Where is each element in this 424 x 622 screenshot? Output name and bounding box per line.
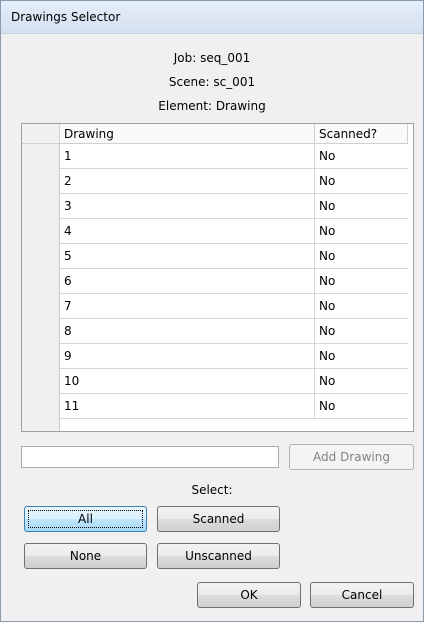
table-row[interactable]: 7 No bbox=[60, 294, 408, 319]
drawing-cell[interactable]: 5 bbox=[60, 244, 315, 268]
job-label: Job: seq_001 bbox=[173, 51, 251, 65]
table-row[interactable]: 10 No bbox=[60, 369, 408, 394]
select-scanned-button[interactable]: Scanned bbox=[157, 506, 280, 532]
row-header-strip bbox=[22, 144, 60, 431]
table-row[interactable]: 1 No bbox=[60, 144, 408, 169]
table-row[interactable]: 6 No bbox=[60, 269, 408, 294]
element-label: Element: Drawing bbox=[158, 99, 266, 113]
scanned-cell[interactable]: No bbox=[315, 194, 408, 218]
drawing-cell[interactable]: 11 bbox=[60, 394, 315, 418]
select-none-button[interactable]: None bbox=[24, 543, 147, 569]
table-row[interactable]: 2 No bbox=[60, 169, 408, 194]
select-all-button[interactable]: All bbox=[24, 506, 147, 532]
drawing-cell[interactable]: 1 bbox=[60, 144, 315, 168]
table-row[interactable]: 11 No bbox=[60, 394, 408, 419]
drawing-cell[interactable]: 4 bbox=[60, 219, 315, 243]
window-title: Drawings Selector bbox=[11, 10, 121, 24]
drawing-cell[interactable]: 10 bbox=[60, 369, 315, 393]
ok-button[interactable]: OK bbox=[197, 582, 301, 608]
drawing-cell[interactable]: 8 bbox=[60, 319, 315, 343]
drawing-cell[interactable]: 6 bbox=[60, 269, 315, 293]
drawings-selector-dialog: Drawings Selector Job: seq_001 Scene: sc… bbox=[0, 0, 424, 622]
scanned-cell[interactable]: No bbox=[315, 394, 408, 418]
column-header-drawing[interactable]: Drawing bbox=[60, 124, 315, 144]
scanned-cell[interactable]: No bbox=[315, 269, 408, 293]
drawing-cell[interactable]: 3 bbox=[60, 194, 315, 218]
drawing-cell[interactable]: 9 bbox=[60, 344, 315, 368]
scanned-cell[interactable]: No bbox=[315, 219, 408, 243]
select-unscanned-button[interactable]: Unscanned bbox=[157, 543, 280, 569]
table-row[interactable]: 3 No bbox=[60, 194, 408, 219]
drawing-name-input[interactable] bbox=[21, 446, 279, 468]
table-row[interactable]: 8 No bbox=[60, 319, 408, 344]
add-drawing-button[interactable]: Add Drawing bbox=[289, 444, 414, 470]
drawing-cell[interactable]: 2 bbox=[60, 169, 315, 193]
table-row[interactable]: 5 No bbox=[60, 244, 408, 269]
scanned-cell[interactable]: No bbox=[315, 169, 408, 193]
select-label: Select: bbox=[191, 483, 233, 497]
table-row[interactable]: 4 No bbox=[60, 219, 408, 244]
title-bar[interactable]: Drawings Selector bbox=[1, 1, 423, 34]
scanned-cell[interactable]: No bbox=[315, 244, 408, 268]
drawing-cell[interactable]: 7 bbox=[60, 294, 315, 318]
scene-label: Scene: sc_001 bbox=[168, 75, 256, 89]
scanned-cell[interactable]: No bbox=[315, 319, 408, 343]
scanned-cell[interactable]: No bbox=[315, 144, 408, 168]
scanned-cell[interactable]: No bbox=[315, 369, 408, 393]
table-row[interactable]: 9 No bbox=[60, 344, 408, 369]
table-corner bbox=[22, 124, 60, 144]
drawings-table[interactable]: Drawing Scanned? 1 No 2 No 3 No 4 No 5 No 6 No 7 No 8 N… bbox=[21, 123, 414, 432]
cancel-button[interactable]: Cancel bbox=[310, 582, 414, 608]
column-header-scanned[interactable]: Scanned? bbox=[315, 124, 408, 144]
scanned-cell[interactable]: No bbox=[315, 294, 408, 318]
scanned-cell[interactable]: No bbox=[315, 344, 408, 368]
table-rows: 1 No 2 No 3 No 4 No 5 No 6 No 7 No 8 No 9 No 10 No 11 No bbox=[60, 144, 408, 419]
focus-rectangle bbox=[28, 510, 143, 528]
